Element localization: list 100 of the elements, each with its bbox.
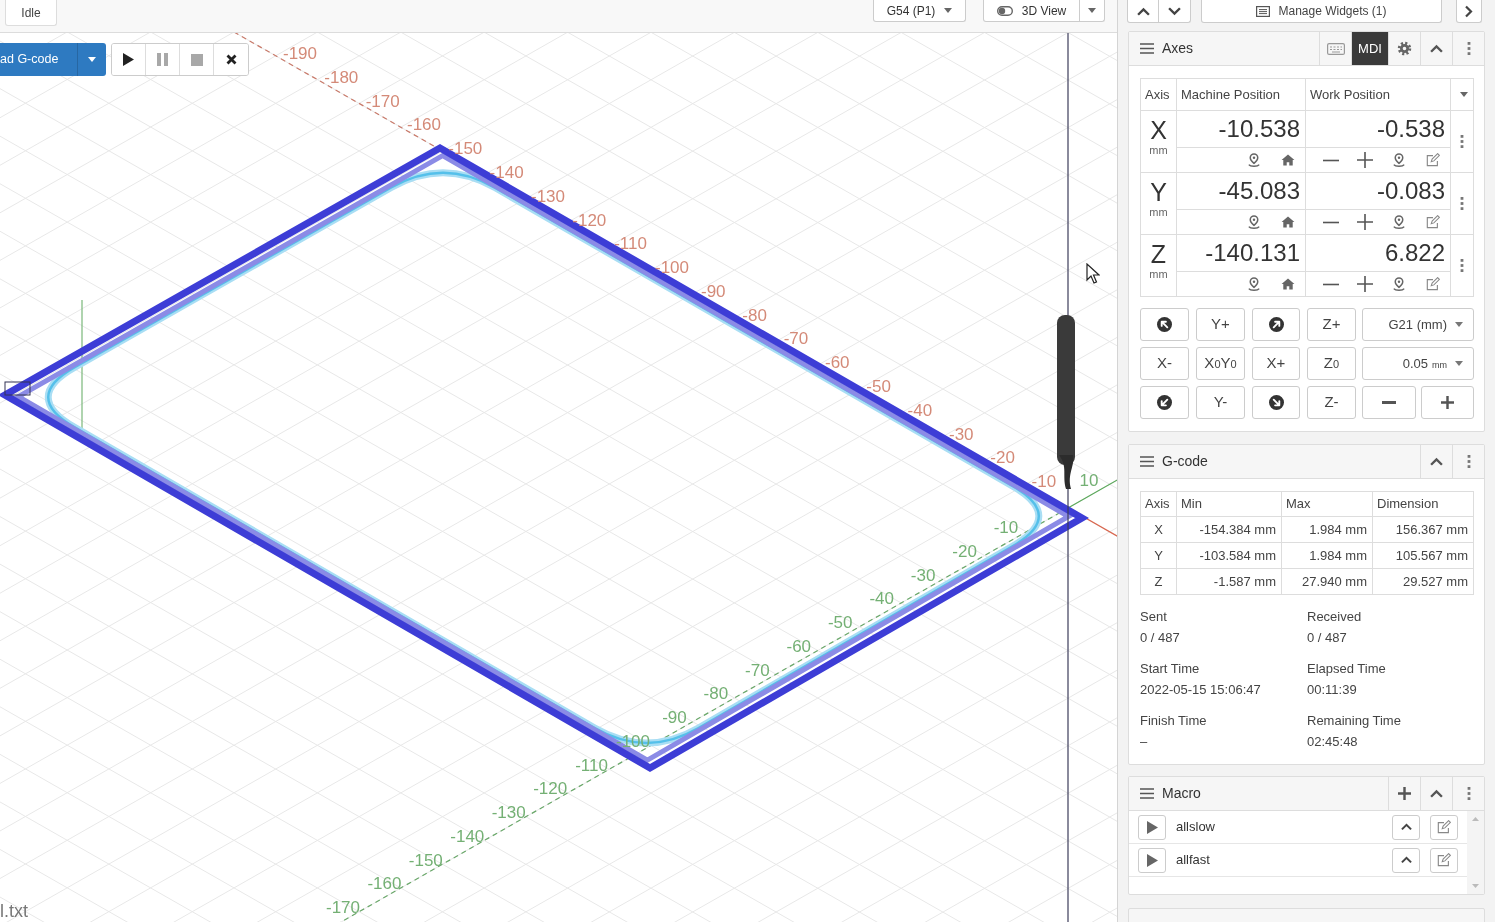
- units-dropdown[interactable]: G21 (mm): [1362, 308, 1474, 341]
- jog-button[interactable]: [1252, 308, 1300, 341]
- macro-name: allslow: [1176, 818, 1216, 837]
- minus-icon[interactable]: [1323, 220, 1339, 224]
- widget-title: Macro: [1162, 784, 1202, 803]
- caret-icon: [1088, 8, 1096, 13]
- chevron-up-icon: [1430, 44, 1443, 53]
- run-macro-button[interactable]: [1138, 847, 1166, 873]
- jog-button[interactable]: X-: [1140, 347, 1189, 380]
- jog-button[interactable]: Y-: [1196, 386, 1245, 419]
- home-icon[interactable]: [1281, 216, 1295, 228]
- location-pin-icon[interactable]: [1247, 152, 1261, 168]
- view-mode-button[interactable]: 3D View: [983, 0, 1080, 22]
- edit-icon[interactable]: [1426, 277, 1440, 291]
- axis-tick-label: -100: [655, 258, 689, 277]
- table-cell: -154.384 mm: [1176, 516, 1282, 543]
- location-pin-icon[interactable]: [1247, 276, 1261, 292]
- edit-icon: [1437, 853, 1451, 867]
- table-cell: 29.527 mm: [1372, 568, 1474, 595]
- load-gcode-button[interactable]: ad G-code: [0, 43, 77, 76]
- plus-icon[interactable]: [1357, 276, 1373, 292]
- caret-icon[interactable]: [1460, 92, 1468, 97]
- axis-tick-label: -170: [326, 898, 360, 917]
- plus-icon[interactable]: [1357, 214, 1373, 230]
- jog-button[interactable]: Z-: [1307, 386, 1356, 419]
- axis-tick-label: -120: [572, 210, 607, 230]
- minus-icon[interactable]: [1323, 282, 1339, 286]
- play-icon: [1146, 820, 1158, 834]
- axis-tick-label: 10: [1079, 470, 1099, 490]
- axis-tick-label: -60: [825, 353, 850, 373]
- jog-button[interactable]: X+: [1252, 347, 1300, 380]
- home-icon[interactable]: [1281, 154, 1295, 166]
- mouse-pointer-icon: [1087, 264, 1099, 283]
- mdi-toggle-button[interactable]: MDI: [1351, 32, 1388, 65]
- axis-label: Z: [1149, 240, 1168, 268]
- vertical-ellipsis-icon[interactable]: [1460, 259, 1464, 272]
- axis-tick-label: -110: [575, 755, 608, 775]
- widget-title: Axes: [1162, 39, 1195, 58]
- table-cell: Y: [1140, 542, 1177, 569]
- home-icon[interactable]: [1281, 278, 1295, 290]
- work-position-value: 6.822: [1305, 234, 1451, 272]
- stat-value: 02:45:48: [1307, 733, 1359, 751]
- location-pin-icon[interactable]: [1392, 214, 1406, 230]
- vertical-ellipsis-icon[interactable]: [1460, 197, 1464, 210]
- axis-tick-label: -180: [324, 67, 359, 87]
- column-header: Min: [1176, 491, 1282, 517]
- stat-label: Start Time: [1140, 660, 1201, 678]
- column-header: Dimension: [1372, 491, 1474, 517]
- manage-widgets-button[interactable]: Manage Widgets (1): [1201, 0, 1442, 23]
- menu-icon[interactable]: [1140, 43, 1154, 54]
- menu-icon[interactable]: [1140, 788, 1154, 799]
- move-up-button[interactable]: [1127, 0, 1159, 23]
- play-button[interactable]: [112, 44, 146, 75]
- step-size-dropdown[interactable]: 0.05 mm: [1362, 347, 1474, 380]
- edit-icon[interactable]: [1426, 153, 1440, 167]
- circle-arrow-down-left-icon: [1157, 395, 1172, 410]
- machine-position-value: -45.083: [1176, 172, 1306, 210]
- next-button[interactable]: [1456, 0, 1482, 23]
- jog-button[interactable]: [1140, 308, 1189, 341]
- vertical-ellipsis-icon[interactable]: [1460, 135, 1464, 148]
- minus-icon[interactable]: [1323, 158, 1339, 162]
- view-options-button[interactable]: [1080, 0, 1105, 22]
- stat-label: Finish Time: [1140, 712, 1208, 730]
- jog-button[interactable]: [1140, 386, 1189, 419]
- keyboard-icon: [1326, 42, 1345, 55]
- table-cell: 1.984 mm: [1281, 542, 1373, 569]
- axis-tick-label: -140: [489, 162, 524, 182]
- move-down-button[interactable]: [1159, 0, 1191, 23]
- chevron-up-icon: [1400, 823, 1412, 831]
- table-cell: -103.584 mm: [1176, 542, 1282, 569]
- edit-macro-button[interactable]: [1430, 847, 1458, 873]
- axis-tick-label: -50: [866, 376, 891, 396]
- circle-arrow-up-right-icon: [1268, 317, 1284, 332]
- axis-tick-label: -90: [701, 281, 726, 301]
- circle-arrow-up-left-icon: [1157, 317, 1172, 332]
- jog-button[interactable]: Z+: [1307, 308, 1356, 341]
- location-pin-icon[interactable]: [1392, 152, 1406, 168]
- plus-icon[interactable]: [1357, 152, 1373, 168]
- macro-up-button[interactable]: [1392, 847, 1420, 873]
- increase-step-button[interactable]: [1420, 386, 1474, 419]
- decrease-step-button[interactable]: [1362, 386, 1416, 419]
- edit-macro-button[interactable]: [1430, 814, 1458, 840]
- edit-icon: [1437, 820, 1451, 834]
- column-header: Machine Position: [1176, 78, 1306, 111]
- stat-value: 2022-05-15 15:06:47: [1140, 681, 1262, 699]
- settings-icon: [1397, 41, 1412, 56]
- axis-tick-label: -80: [742, 305, 767, 325]
- jog-button[interactable]: [1252, 386, 1300, 419]
- edit-icon[interactable]: [1426, 215, 1440, 229]
- location-pin-icon[interactable]: [1247, 214, 1261, 230]
- coordinate-system-dropdown[interactable]: G54 (P1): [873, 0, 966, 22]
- jog-button[interactable]: Y+: [1196, 308, 1245, 341]
- macro-up-button[interactable]: [1392, 814, 1420, 840]
- caret-icon: [88, 57, 96, 62]
- load-options-button[interactable]: [77, 43, 106, 76]
- axis-tick-label: -40: [907, 400, 933, 420]
- menu-icon[interactable]: [1140, 456, 1154, 467]
- axis-tick-label: -150: [448, 139, 483, 159]
- location-pin-icon[interactable]: [1392, 276, 1406, 292]
- run-macro-button[interactable]: [1138, 814, 1166, 840]
